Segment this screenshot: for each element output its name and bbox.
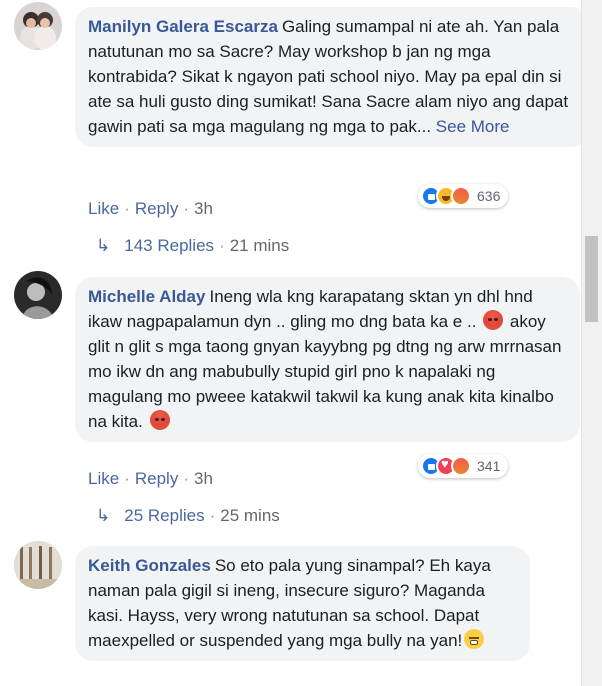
view-replies-link[interactable]: 143 Replies xyxy=(124,236,214,256)
separator-dot: · xyxy=(183,199,189,218)
replies-timestamp: 21 mins xyxy=(229,236,290,255)
reaction-summary[interactable]: 636 xyxy=(418,184,509,208)
reply-arrow-icon: ↳ xyxy=(96,506,111,525)
comment-timestamp[interactable]: 3h xyxy=(194,199,213,218)
separator-dot: · xyxy=(124,469,130,488)
avatar[interactable] xyxy=(14,2,62,50)
angry-emoji-icon xyxy=(149,410,170,430)
avatar[interactable] xyxy=(14,541,62,589)
replies-row: ↳ 143 Replies · 21 mins xyxy=(96,236,289,256)
like-button[interactable]: Like xyxy=(88,469,119,488)
view-replies-link[interactable]: 25 Replies xyxy=(124,506,204,526)
comment-bubble: Michelle Alday Ineng wla kng karapatang s… xyxy=(75,277,580,442)
separator-dot: · xyxy=(219,236,225,255)
reaction-count: 341 xyxy=(477,458,501,474)
frustrated-emoji-icon xyxy=(464,629,485,649)
replies-row: ↳ 25 Replies · 25 mins xyxy=(96,506,280,526)
comment-author[interactable]: Keith Gonzales xyxy=(88,556,211,575)
reply-button[interactable]: Reply xyxy=(135,469,178,488)
comment-bubble: Keith Gonzales So eto pala yung sinampal?… xyxy=(75,546,530,661)
angry-emoji-icon xyxy=(483,310,504,330)
scrollbar-thumb[interactable] xyxy=(585,236,598,322)
separator-dot: · xyxy=(124,199,130,218)
see-more-link[interactable]: See More xyxy=(436,117,510,136)
separator-dot: · xyxy=(183,469,189,488)
replies-timestamp: 25 mins xyxy=(220,506,280,525)
reply-arrow-icon: ↳ xyxy=(96,236,111,255)
angry-reaction-icon xyxy=(451,456,471,476)
avatar[interactable] xyxy=(14,271,62,319)
comment-author[interactable]: Michelle Alday xyxy=(88,287,205,306)
comment-actions: Like · Reply · 3h xyxy=(88,199,213,219)
reply-button[interactable]: Reply xyxy=(135,199,178,218)
vertical-scrollbar[interactable] xyxy=(581,0,602,686)
reaction-count: 636 xyxy=(477,188,501,204)
reaction-summary[interactable]: 341 xyxy=(418,454,509,478)
separator-dot: · xyxy=(209,506,216,525)
comment-author[interactable]: Manilyn Galera Escarza xyxy=(88,17,278,36)
angry-reaction-icon xyxy=(451,186,471,206)
like-button[interactable]: Like xyxy=(88,199,119,218)
comment-actions: Like · Reply · 3h xyxy=(88,469,213,489)
comment-bubble: Manilyn Galera Escarza Galing sumampal ni… xyxy=(75,7,590,147)
comment-timestamp[interactable]: 3h xyxy=(194,469,213,488)
